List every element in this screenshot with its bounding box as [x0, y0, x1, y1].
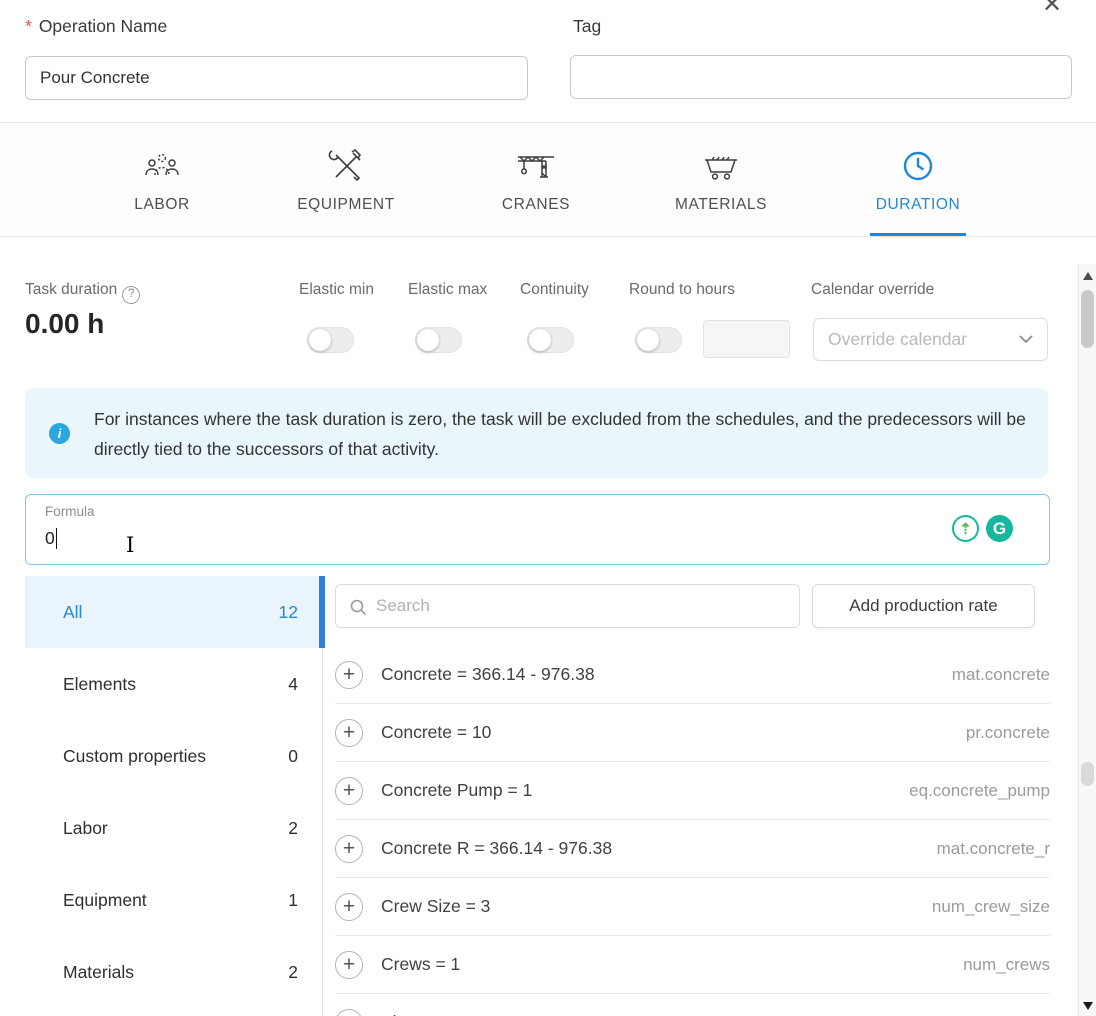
zero-duration-info-banner: i For instances where the task duration … [25, 388, 1048, 478]
category-equipment[interactable]: Equipment 1 [25, 864, 322, 936]
rate-code: num_elements [938, 1013, 1050, 1016]
rate-row[interactable]: + Crews = 1 num_crews [335, 936, 1050, 994]
grammarly-icon[interactable]: G [986, 515, 1013, 542]
round-to-hours-value-input[interactable] [703, 320, 790, 358]
tab-labor[interactable]: LABOR [77, 142, 247, 214]
category-materials[interactable]: Materials 2 [25, 936, 322, 1008]
search-input[interactable] [376, 585, 791, 627]
tab-equipment[interactable]: EQUIPMENT [261, 142, 431, 214]
cranes-icon [451, 142, 621, 186]
rate-code: mat.concrete_r [936, 838, 1050, 858]
rate-row[interactable]: + Concrete Pump = 1 eq.concrete_pump [335, 762, 1050, 820]
category-count: 4 [288, 673, 298, 694]
category-all[interactable]: All 12 [25, 576, 325, 648]
chevron-down-icon [1019, 335, 1033, 344]
info-banner-text: For instances where the task duration is… [94, 409, 1026, 460]
rate-row[interactable]: + Elements = 6 - 16 num_elements [335, 994, 1050, 1016]
text-caret [55, 528, 58, 549]
rate-row[interactable]: + Crew Size = 3 num_crew_size [335, 878, 1050, 936]
add-production-rate-button[interactable]: Add production rate [812, 584, 1035, 628]
task-duration-value: 0.00 h [25, 308, 105, 339]
round-to-hours-toggle[interactable] [635, 327, 682, 353]
formula-label: Formula [45, 504, 95, 519]
tab-materials[interactable]: MATERIALS [636, 142, 806, 214]
formula-value[interactable]: 0 [45, 528, 58, 549]
calendar-select-placeholder: Override calendar [828, 329, 968, 349]
elastic-min-label: Elastic min [299, 281, 374, 298]
category-custom-properties[interactable]: Custom properties 0 [25, 720, 322, 792]
materials-icon [636, 142, 806, 186]
scroll-up-icon[interactable] [1083, 272, 1093, 280]
tab-bottom-divider [0, 236, 1096, 237]
scrollbar-thumb-secondary[interactable] [1081, 762, 1094, 786]
category-count: 2 [288, 817, 298, 838]
operation-name-label: * Operation Name [25, 16, 168, 36]
category-count: 0 [288, 745, 298, 766]
tab-duration[interactable]: DURATION [833, 142, 1003, 214]
formula-field[interactable]: Formula 0 I ⇡ G [25, 494, 1050, 565]
rate-code: pr.concrete [965, 722, 1050, 742]
equipment-icon [261, 142, 431, 186]
continuity-toggle[interactable] [527, 327, 574, 353]
calendar-override-label: Calendar override [811, 281, 935, 298]
search-box [335, 584, 800, 628]
rate-code: num_crew_size [931, 896, 1050, 916]
add-icon[interactable]: + [335, 718, 363, 747]
duration-clock-icon [833, 142, 1003, 186]
add-icon[interactable]: + [335, 660, 363, 689]
elastic-min-toggle[interactable] [307, 327, 354, 353]
rate-row[interactable]: + Concrete = 10 pr.concrete [335, 704, 1050, 762]
rate-code: num_crews [963, 954, 1050, 974]
operation-dialog: ✕ *Operation Name Tag LABOR EQUIPMENT [0, 0, 1096, 1016]
tag-label: Tag [573, 16, 602, 36]
category-count: 12 [278, 601, 298, 622]
rate-code: eq.concrete_pump [909, 780, 1050, 800]
category-count: 1 [288, 889, 298, 910]
scroll-down-icon[interactable] [1083, 1002, 1093, 1010]
info-icon: i [49, 423, 70, 444]
tab-cranes[interactable]: CRANES [451, 142, 621, 214]
calendar-override-select[interactable]: Override calendar [813, 318, 1048, 361]
production-rate-list: + Concrete = 366.14 - 976.38 mat.concret… [335, 646, 1050, 1016]
scrollbar-thumb[interactable] [1081, 290, 1094, 348]
rate-row[interactable]: + Concrete = 366.14 - 976.38 mat.concret… [335, 646, 1050, 704]
category-labor[interactable]: Labor 2 [25, 792, 322, 864]
add-icon[interactable]: + [335, 776, 363, 805]
add-icon[interactable]: + [335, 1008, 363, 1016]
help-icon[interactable]: ? [122, 286, 141, 304]
search-icon [350, 599, 367, 616]
ibeam-cursor-icon: I [126, 533, 135, 557]
add-icon[interactable]: + [335, 834, 363, 863]
labor-icon [77, 142, 247, 186]
vertical-scrollbar[interactable] [1078, 264, 1096, 1016]
category-elements[interactable]: Elements 4 [25, 648, 322, 720]
round-to-hours-label: Round to hours [629, 281, 735, 298]
grammarly-suggestion-icon[interactable]: ⇡ [952, 515, 979, 542]
required-asterisk: * [25, 16, 32, 36]
elastic-max-label: Elastic max [408, 281, 488, 298]
rate-row[interactable]: + Concrete R = 366.14 - 976.38 mat.concr… [335, 820, 1050, 878]
add-icon[interactable]: + [335, 950, 363, 979]
category-count: 2 [288, 961, 298, 982]
tag-input[interactable] [570, 55, 1072, 99]
add-icon[interactable]: + [335, 892, 363, 921]
category-sidebar: All 12 Elements 4 Custom properties 0 La… [25, 576, 325, 1016]
task-duration-label: Task duration? [25, 281, 141, 304]
operation-name-input[interactable] [25, 56, 528, 100]
rate-code: mat.concrete [951, 664, 1050, 684]
close-icon[interactable]: ✕ [1042, 0, 1062, 19]
elastic-max-toggle[interactable] [415, 327, 462, 353]
continuity-label: Continuity [520, 281, 589, 298]
